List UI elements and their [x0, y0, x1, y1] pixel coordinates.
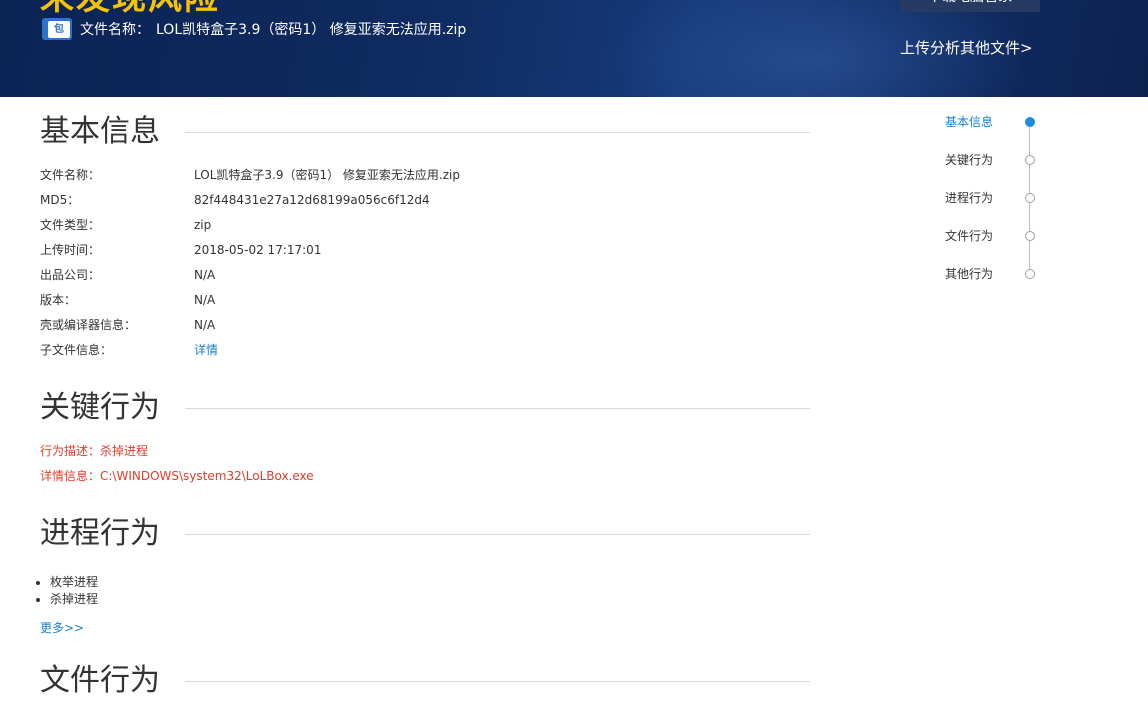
- subfile-details-link[interactable]: 详情: [194, 341, 218, 359]
- upload-other-file-link[interactable]: 上传分析其他文件>: [900, 37, 1033, 58]
- page-header: 未发现风险 包 文件名称： LOL凯特盒子3.9（密码1） 修复亚索无法应用.z…: [0, 0, 1148, 97]
- nav-dot-icon: [1025, 155, 1035, 165]
- process-more-link[interactable]: 更多>>: [40, 619, 84, 637]
- info-value: N/A: [194, 268, 216, 282]
- list-item: 杀掉进程: [50, 591, 98, 608]
- nav-item-file-behavior[interactable]: 文件行为: [940, 226, 1050, 246]
- section-title-file-behavior: 文件行为: [40, 663, 160, 698]
- nav-item-basic-info[interactable]: 基本信息: [940, 112, 1050, 132]
- nav-dot-icon: [1025, 269, 1035, 279]
- nav-item-key-behavior[interactable]: 关键行为: [940, 150, 1050, 170]
- section-title-basic-info: 基本信息: [40, 114, 160, 149]
- section-navigator: 基本信息 关键行为 进程行为 文件行为 其他行为: [940, 112, 1050, 292]
- info-label: 文件名称：: [40, 168, 101, 182]
- section-divider: [185, 681, 810, 682]
- process-behavior-list: 枚举进程 杀掉进程: [30, 574, 98, 608]
- nav-dot-icon: [1025, 193, 1035, 203]
- nav-item-other-behavior[interactable]: 其他行为: [940, 264, 1050, 284]
- info-label: 文件类型：: [40, 218, 101, 232]
- nav-item-process-behavior[interactable]: 进程行为: [940, 188, 1050, 208]
- section-divider: [185, 408, 810, 409]
- download-manager-button[interactable]: 下载电脑管家: [900, 0, 1040, 12]
- info-label: MD5：: [40, 193, 80, 207]
- section-divider: [185, 534, 810, 535]
- section-divider: [185, 132, 810, 133]
- info-label: 子文件信息：: [40, 343, 113, 357]
- info-value: N/A: [194, 318, 216, 332]
- section-title-process-behavior: 进程行为: [40, 516, 160, 551]
- nav-dot-icon: [1025, 231, 1035, 241]
- info-value: 2018-05-02 17:17:01: [194, 243, 322, 257]
- nav-item-label: 文件行为: [945, 229, 994, 243]
- info-value: N/A: [194, 293, 216, 307]
- info-value: 82f448431e27a12d68199a056c6f12d4: [194, 193, 430, 207]
- nav-item-label: 关键行为: [945, 153, 994, 167]
- list-item: 枚举进程: [50, 574, 98, 591]
- nav-item-label: 基本信息: [945, 115, 994, 129]
- key-behavior-description: 行为描述：杀掉进程: [40, 444, 149, 458]
- info-label: 出品公司：: [40, 268, 101, 282]
- info-label: 壳或编译器信息：: [40, 318, 137, 332]
- nav-item-label: 进程行为: [945, 191, 994, 205]
- scan-result-title: 未发现风险: [40, 0, 220, 18]
- info-label: 版本：: [40, 293, 77, 307]
- zip-file-icon: 包: [42, 18, 72, 40]
- key-behavior-detail: 详情信息：C:\WINDOWS\system32\LoLBox.exe: [40, 469, 314, 483]
- nav-item-label: 其他行为: [945, 267, 994, 281]
- header-file-name: LOL凯特盒子3.9（密码1） 修复亚索无法应用.zip: [156, 22, 467, 38]
- info-label: 上传时间：: [40, 243, 101, 257]
- section-title-key-behavior: 关键行为: [40, 390, 160, 425]
- info-value: zip: [194, 218, 212, 232]
- nav-dot-icon: [1025, 117, 1035, 127]
- info-value: LOL凯特盒子3.9（密码1） 修复亚索无法应用.zip: [194, 168, 460, 182]
- header-file-row: 包 文件名称： LOL凯特盒子3.9（密码1） 修复亚索无法应用.zip: [42, 17, 466, 41]
- header-file-label: 文件名称：: [80, 22, 150, 38]
